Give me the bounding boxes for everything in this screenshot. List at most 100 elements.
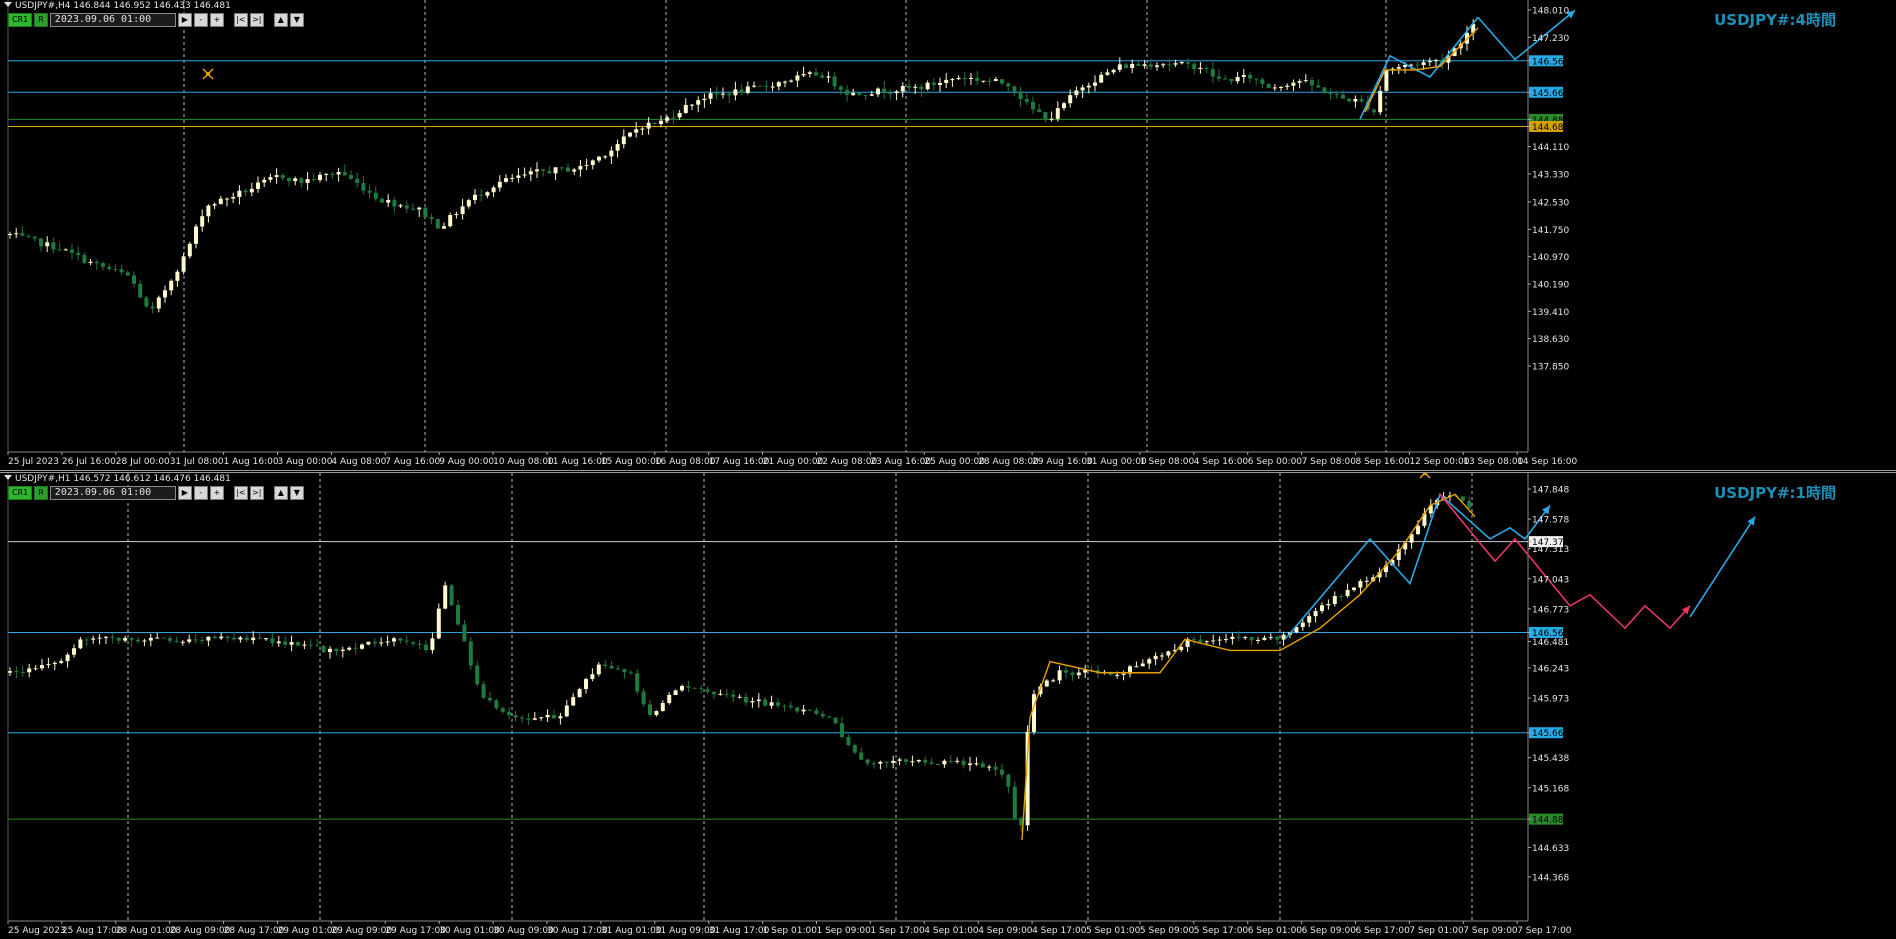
bull-candle xyxy=(249,188,254,193)
bull-candle xyxy=(65,654,70,662)
r-button[interactable]: R xyxy=(34,13,48,27)
bull-candle xyxy=(8,233,12,235)
price-tick-label: 145.168 xyxy=(1532,784,1569,794)
bull-candle xyxy=(1307,616,1312,623)
cr1-button[interactable]: CR1 xyxy=(8,13,33,27)
time-tick-label: 5 Sep 01:00 xyxy=(1086,926,1141,936)
bull-candle xyxy=(516,175,521,178)
bear-candle xyxy=(1347,98,1352,102)
bull-candle xyxy=(262,179,267,183)
time-tick-label: 25 Aug 17:00 xyxy=(62,926,123,936)
bull-candle xyxy=(578,166,583,170)
time-tick-label: 14 Sep 16:00 xyxy=(1517,457,1577,467)
pencil-compass-icon xyxy=(1419,473,1431,479)
collapse-triangle-icon[interactable] xyxy=(4,475,12,480)
bull-candle xyxy=(392,638,396,642)
date-input[interactable]: 2023.09.06 01:00 xyxy=(49,486,176,500)
price-tick-label: 144.368 xyxy=(1532,874,1569,884)
time-tick-label: 25 Jul 2023 xyxy=(8,457,59,467)
bull-candle xyxy=(571,697,576,706)
projection-arrowhead xyxy=(1747,516,1755,526)
cr1-button[interactable]: CR1 xyxy=(8,486,33,500)
bull-candle xyxy=(52,662,57,665)
bull-candle xyxy=(969,77,973,79)
down-button[interactable]: ▼ xyxy=(289,13,304,27)
bear-candle xyxy=(404,640,409,642)
bull-candle xyxy=(1198,67,1203,70)
bull-candle xyxy=(379,642,384,644)
first-button[interactable]: |< xyxy=(233,13,248,27)
bear-candle xyxy=(479,194,484,196)
time-tick-label: 4 Sep 17:00 xyxy=(1032,926,1087,936)
bear-candle xyxy=(888,93,893,95)
h4-chart-canvas[interactable]: 148.010147.230146.561145.662144.887144.6… xyxy=(0,0,1896,470)
bear-candle xyxy=(731,694,736,697)
price-tick-label: 147.578 xyxy=(1532,516,1569,526)
bull-candle xyxy=(776,82,781,87)
time-tick-label: 17 Aug 16:00 xyxy=(709,457,770,467)
time-tick-label: 16 Aug 08:00 xyxy=(655,457,716,467)
plus-button[interactable]: + xyxy=(209,13,224,27)
bull-candle xyxy=(1272,87,1277,89)
last-button[interactable]: >| xyxy=(249,486,264,500)
time-tick-label: 25 Aug 00:00 xyxy=(924,457,985,467)
bear-candle xyxy=(129,638,134,640)
collapse-triangle-icon[interactable] xyxy=(4,2,12,7)
bear-candle xyxy=(494,700,499,709)
bear-candle xyxy=(132,275,136,284)
bull-candle xyxy=(1105,72,1110,75)
bull-candle xyxy=(1211,640,1216,642)
bear-candle xyxy=(712,691,716,695)
bull-candle xyxy=(584,679,588,690)
h1-timeframe-watermark: USDJPY#:1時間 xyxy=(1714,484,1836,502)
bull-candle xyxy=(237,190,242,197)
bull-candle xyxy=(968,763,972,766)
bull-candle xyxy=(673,690,678,696)
bull-candle xyxy=(340,649,345,652)
bear-candle xyxy=(1043,112,1048,120)
bear-candle xyxy=(1217,76,1221,79)
bull-candle xyxy=(460,206,465,215)
plus-button[interactable]: + xyxy=(209,486,224,500)
bull-candle xyxy=(1291,82,1296,86)
price-tick-label: 145.662 xyxy=(1532,89,1569,99)
up-button[interactable]: ▲ xyxy=(273,486,288,500)
last-button[interactable]: >| xyxy=(249,13,264,27)
bull-candle xyxy=(1262,637,1267,640)
bear-candle xyxy=(283,641,288,645)
bull-candle xyxy=(1173,63,1178,65)
bear-candle xyxy=(200,640,204,642)
bull-candle xyxy=(955,760,960,762)
bear-candle xyxy=(872,763,876,765)
h4-chart-pane[interactable]: 148.010 147.230 146.561 145.662 144.887 144.6… xyxy=(0,0,1896,471)
bear-candle xyxy=(174,640,179,642)
bear-candle xyxy=(616,668,620,670)
bull-candle xyxy=(318,174,322,181)
bear-candle xyxy=(475,665,480,685)
first-button[interactable]: |< xyxy=(233,486,248,500)
h1-chart-canvas[interactable]: 147.848147.578147.376147.313147.043146.7… xyxy=(0,473,1896,939)
play-button[interactable]: ▶ xyxy=(177,486,192,500)
bear-candle xyxy=(820,75,825,78)
bull-candle xyxy=(783,81,787,83)
h1-chart-pane[interactable]: 147.848 147.578 147.376 147.313 147.043 146.7… xyxy=(0,472,1896,939)
price-tick-label: 147.313 xyxy=(1532,545,1569,555)
bear-candle xyxy=(622,668,627,673)
minus-button[interactable]: - xyxy=(193,486,208,500)
r-button[interactable]: R xyxy=(34,486,48,500)
play-button[interactable]: ▶ xyxy=(177,13,192,27)
down-button[interactable]: ▼ xyxy=(289,486,304,500)
bear-candle xyxy=(26,235,31,237)
bull-candle xyxy=(950,79,955,81)
up-button[interactable]: ▲ xyxy=(273,13,288,27)
time-tick-label: 30 Aug 01:00 xyxy=(439,926,500,936)
time-tick-label: 31 Aug 01:00 xyxy=(601,926,662,936)
bear-candle xyxy=(232,637,236,640)
minus-button[interactable]: - xyxy=(193,13,208,27)
bull-candle xyxy=(1160,655,1164,657)
bull-candle xyxy=(628,132,632,137)
bull-candle xyxy=(33,668,38,670)
date-input[interactable]: 2023.09.06 01:00 xyxy=(49,13,176,27)
bull-candle xyxy=(756,699,761,702)
bear-candle xyxy=(270,638,275,644)
